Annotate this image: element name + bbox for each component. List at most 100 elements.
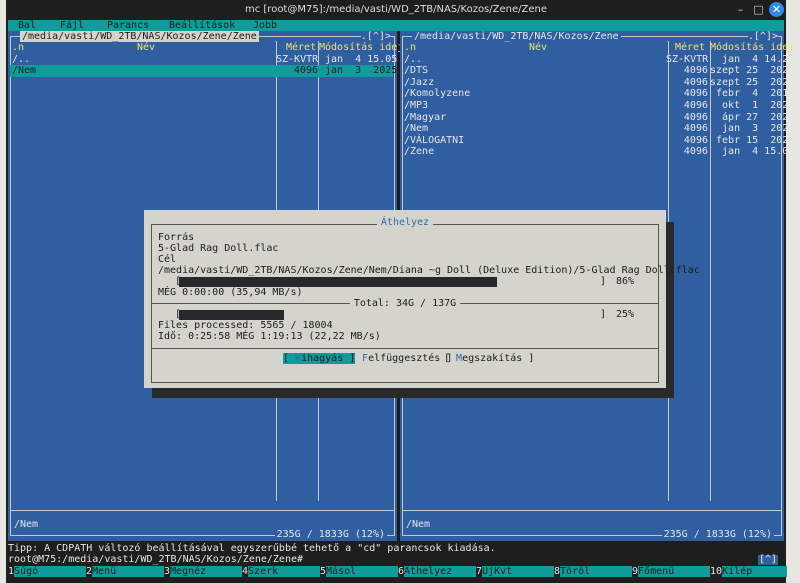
suspend-button[interactable]: [ Felfüggesztés ] (350, 353, 452, 364)
left-panel-status: /Nem (14, 519, 39, 530)
file-row[interactable]: /MP3 4096 okt 1 2024 (404, 100, 794, 112)
file-row[interactable]: /Zene 4096 jan 4 15.05 (404, 146, 794, 158)
terminal-window: mc [root@M75]:/media/vasti/WD_2TB/NAS/Ko… (6, 0, 794, 583)
target-label: Cél (158, 254, 177, 265)
total-label: Total: 34G / 137G (349, 298, 461, 309)
file-size: 4096 (683, 123, 708, 135)
menu-bal[interactable]: Bal (18, 20, 36, 31)
file-row[interactable]: /Nem 4096 jan 3 2025 (404, 123, 794, 135)
fkey-number: 10 (710, 566, 723, 577)
file-size: 4096 (683, 146, 708, 158)
sort-indicator[interactable]: .n (404, 42, 416, 54)
fkey-1[interactable]: 1Súgó (8, 566, 87, 577)
file-size: 4096 (683, 111, 708, 123)
file-size: 4096 (683, 100, 708, 111)
hint-line: Tipp: A CDPATH változó beállításával egy… (8, 543, 496, 554)
file-mtime: febr 15 2025 (710, 134, 795, 146)
window-title: mc [root@M75]:/media/vasti/WD_2TB/NAS/Ko… (6, 0, 786, 19)
fkey-label: Súgó (14, 566, 87, 577)
col-mtime[interactable]: Módosítás idej (710, 42, 794, 54)
fkey-label: Töröl (560, 566, 633, 577)
file-mtime: jan 3 2025 (710, 123, 795, 135)
left-panel-path[interactable]: /media/vasti/WD_2TB/NAS/Kozos/Zene/Zene (20, 31, 259, 42)
col-name[interactable]: Név (529, 42, 547, 54)
fkey-4[interactable]: 4Szerk (242, 566, 321, 577)
left-panel-free-space: 235G / 1833G (12%) (274, 529, 387, 540)
fkey-2[interactable]: 2Menü (86, 566, 165, 577)
total-progress-text: 25% (616, 309, 635, 320)
file-name: /Nem (12, 65, 37, 77)
fkey-6[interactable]: 6Áthelyez (398, 566, 477, 577)
file-name: /Magyar (404, 111, 447, 123)
file-mtime: jan 3 2025 (319, 65, 398, 77)
left-panel-corner[interactable]: .[^]> (360, 31, 391, 42)
file-size: SZ-KVTR (666, 53, 709, 65)
left-header-row: .n Név Méret Módosítás idej (12, 42, 403, 54)
fkey-label: Kilép (722, 566, 788, 577)
fkey-label: Megnéz (170, 566, 243, 577)
file-name: /Zene (404, 146, 435, 158)
move-dialog: Áthelyez Forrás 5-Glad Rag Doll.flac Cél… (144, 210, 700, 388)
file-name: /VÁLOGATNI (404, 134, 465, 146)
file-row[interactable]: /Komolyzene 4096 febr 4 2015 (404, 88, 794, 100)
sort-indicator[interactable]: .n (12, 42, 24, 54)
file-row[interactable]: /DTS 4096 szept 25 2024 (404, 65, 794, 77)
file-name: /Nem (404, 123, 429, 135)
file-row[interactable]: /Magyar 4096 ápr 27 2025 (404, 111, 794, 124)
minimize-button[interactable]: – (733, 2, 748, 17)
fkey-label: Főmenü (638, 566, 711, 577)
file-eta: MÉG 0:00:00 (35,94 MB/s) (158, 287, 303, 298)
dialog-title: Áthelyez (376, 217, 434, 228)
file-mtime: szept 25 2024 (710, 65, 795, 77)
file-row[interactable]: /.. SZ-KVTR jan 4 15.05 (12, 53, 397, 66)
fkey-3[interactable]: 3Megnéz (164, 566, 243, 577)
maximize-button[interactable]: □ (751, 2, 766, 17)
skip-button[interactable]: [ Kihagyás ] (283, 353, 356, 364)
fkey-label: Menü (92, 566, 165, 577)
fkey-label: Szerk (248, 566, 321, 577)
files-processed: Files processed: 5565 / 18004 (158, 320, 333, 331)
file-size: 4096 (683, 76, 708, 88)
source-file: 5-Glad Rag Doll.flac (158, 243, 279, 254)
file-mtime: okt 1 2024 (710, 100, 795, 111)
fkey-7[interactable]: 7ÚjKvt (476, 566, 555, 577)
right-panel-path[interactable]: /media/vasti/WD_2TB/NAS/Kozos/Zene (412, 31, 621, 42)
file-row[interactable]: /VÁLOGATNI 4096 febr 15 2025 (404, 134, 794, 147)
file-size: SZ-KVTR (276, 53, 319, 65)
col-name[interactable]: Név (137, 42, 155, 54)
menu-beallitasok[interactable]: Beállítások (169, 20, 235, 31)
col-size[interactable]: Méret (675, 42, 705, 54)
fkey-label: Áthelyez (404, 566, 477, 577)
right-panel-free-space: 235G / 1833G (12%) (661, 529, 774, 540)
right-panel-corner[interactable]: .[^]> (747, 31, 778, 42)
fkey-label: Másol (326, 566, 399, 577)
file-mtime: szept 25 2024 (710, 76, 795, 88)
file-name: /MP3 (404, 100, 429, 111)
col-size[interactable]: Méret (286, 42, 316, 54)
menu-jobb[interactable]: Jobb (253, 20, 277, 31)
prompt-corner-button[interactable]: [^] (757, 555, 778, 565)
fkey-9[interactable]: 9Főmenü (632, 566, 711, 577)
file-row-selected[interactable]: /Nem 4096 jan 3 2025 (10, 65, 397, 77)
abort-button[interactable]: [ Megszakítás ] (444, 353, 534, 364)
file-mtime: ápr 27 2025 (710, 111, 795, 123)
fkey-5[interactable]: 5Másol (320, 566, 399, 577)
file-mtime: jan 4 15.05 (319, 53, 398, 65)
col-mtime[interactable]: Módosítás idej (319, 42, 403, 54)
file-progress-text: 86% (616, 276, 635, 287)
file-size: 4096 (683, 134, 708, 146)
file-name: /.. (12, 53, 31, 65)
file-mtime: jan 4 14.23 (710, 53, 795, 65)
right-header-row: .n Név Méret Módosítás idej (404, 42, 794, 54)
file-size: 4096 (683, 88, 708, 100)
file-row[interactable]: /.. SZ-KVTR jan 4 14.23 (404, 53, 794, 66)
menu-parancs[interactable]: Parancs (107, 20, 149, 31)
file-mtime: jan 4 15.05 (710, 146, 795, 158)
close-button[interactable]: ✕ (769, 2, 784, 17)
menu-fajl[interactable]: Fájl (60, 20, 84, 31)
fkey-10[interactable]: 10Kilép (710, 566, 788, 577)
fkey-8[interactable]: 8Töröl (554, 566, 633, 577)
command-prompt[interactable]: root@M75:/media/vasti/WD_2TB/NAS/Kozos/Z… (6, 554, 788, 565)
file-row[interactable]: /Jazz 4096 szept 25 2024 (404, 76, 794, 89)
fkey-label: ÚjKvt (482, 566, 555, 577)
